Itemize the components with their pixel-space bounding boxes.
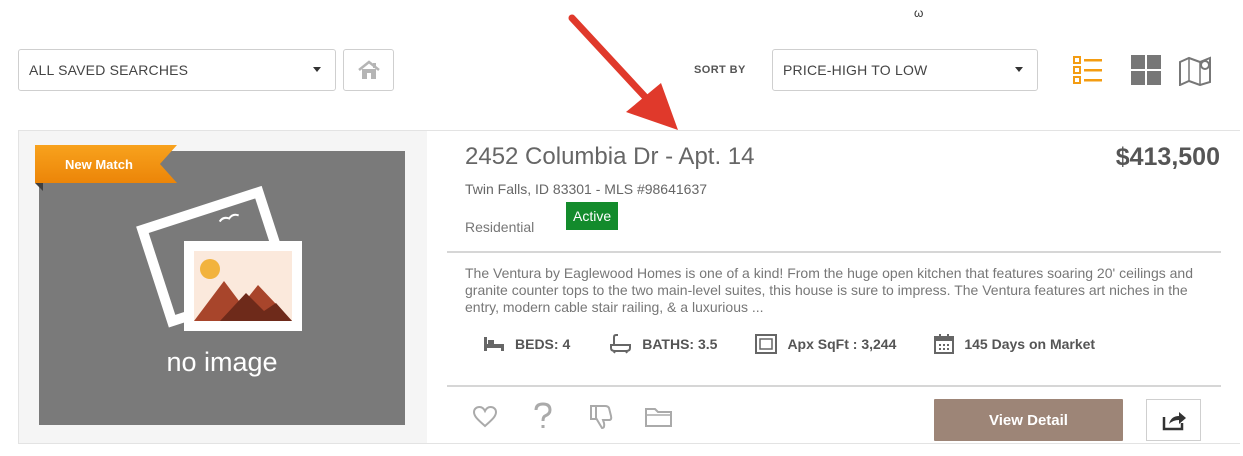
heart-icon[interactable] bbox=[467, 399, 503, 435]
listing-details: 2452 Columbia Dr - Apt. 14 $413,500 Twin… bbox=[427, 131, 1240, 443]
floor-area-icon bbox=[755, 334, 778, 354]
thumbs-down-icon[interactable] bbox=[583, 399, 619, 435]
chevron-down-icon bbox=[313, 67, 321, 72]
beds-stat: BEDS: 4 bbox=[483, 336, 570, 352]
baths-value: BATHS: 3.5 bbox=[642, 336, 718, 352]
map-view-icon[interactable] bbox=[1178, 52, 1214, 88]
saved-searches-value: ALL SAVED SEARCHES bbox=[29, 62, 189, 78]
question-icon[interactable] bbox=[525, 399, 561, 435]
status-badge: Active bbox=[566, 202, 619, 230]
beds-value: BEDS: 4 bbox=[515, 336, 571, 352]
sort-value: PRICE-HIGH TO LOW bbox=[783, 62, 928, 78]
share-button[interactable] bbox=[1146, 399, 1201, 441]
listing-address[interactable]: 2452 Columbia Dr - Apt. 14 bbox=[465, 143, 755, 171]
listing-description: The Ventura by Eaglewood Homes is one of… bbox=[465, 265, 1195, 319]
property-type: Residential bbox=[465, 219, 535, 235]
days-on-market-stat: 145 Days on Market bbox=[934, 334, 1095, 354]
listing-location-mls: Twin Falls, ID 83301 - MLS #98641637 bbox=[465, 181, 708, 197]
no-image-label: no image bbox=[166, 347, 278, 377]
baths-stat: BATHS: 3.5 bbox=[608, 334, 717, 354]
no-image-icon bbox=[136, 185, 302, 331]
home-button[interactable] bbox=[343, 49, 394, 91]
divider bbox=[447, 385, 1221, 387]
grid-view-icon[interactable] bbox=[1128, 52, 1164, 88]
listing-photo[interactable]: no image bbox=[39, 151, 405, 425]
stray-mark: ω bbox=[914, 6, 924, 20]
sort-dropdown[interactable]: PRICE-HIGH TO LOW bbox=[772, 49, 1038, 91]
folder-icon[interactable] bbox=[641, 399, 677, 435]
sort-by-label: SORT BY bbox=[694, 64, 746, 76]
listing-card: no image New Match 2452 Columbia Dr - Ap… bbox=[18, 130, 1240, 444]
view-detail-button[interactable]: View Detail bbox=[934, 399, 1123, 441]
listing-price: $413,500 bbox=[1115, 143, 1220, 171]
bed-icon bbox=[484, 337, 504, 351]
sqft-stat: Apx SqFt : 3,244 bbox=[755, 334, 896, 354]
listing-toolbar: ω ALL SAVED SEARCHES SORT BY PRICE-HIGH … bbox=[0, 0, 1243, 118]
saved-searches-dropdown[interactable]: ALL SAVED SEARCHES bbox=[18, 49, 336, 91]
days-on-market-value: 145 Days on Market bbox=[964, 336, 1096, 352]
home-icon bbox=[357, 60, 380, 79]
ribbon-fold bbox=[35, 183, 43, 191]
list-view-icon[interactable] bbox=[1070, 52, 1106, 88]
calendar-icon bbox=[934, 334, 955, 354]
new-match-badge: New Match bbox=[35, 145, 177, 183]
listing-actions bbox=[467, 399, 699, 435]
share-icon bbox=[1162, 412, 1186, 431]
chevron-down-icon bbox=[1015, 67, 1023, 72]
bathtub-icon bbox=[610, 334, 632, 354]
listing-stats: BEDS: 4 BATHS: 3.5 Apx SqFt : 3,244 145 … bbox=[483, 331, 1133, 357]
divider bbox=[447, 251, 1221, 253]
sqft-value: Apx SqFt : 3,244 bbox=[787, 336, 897, 352]
